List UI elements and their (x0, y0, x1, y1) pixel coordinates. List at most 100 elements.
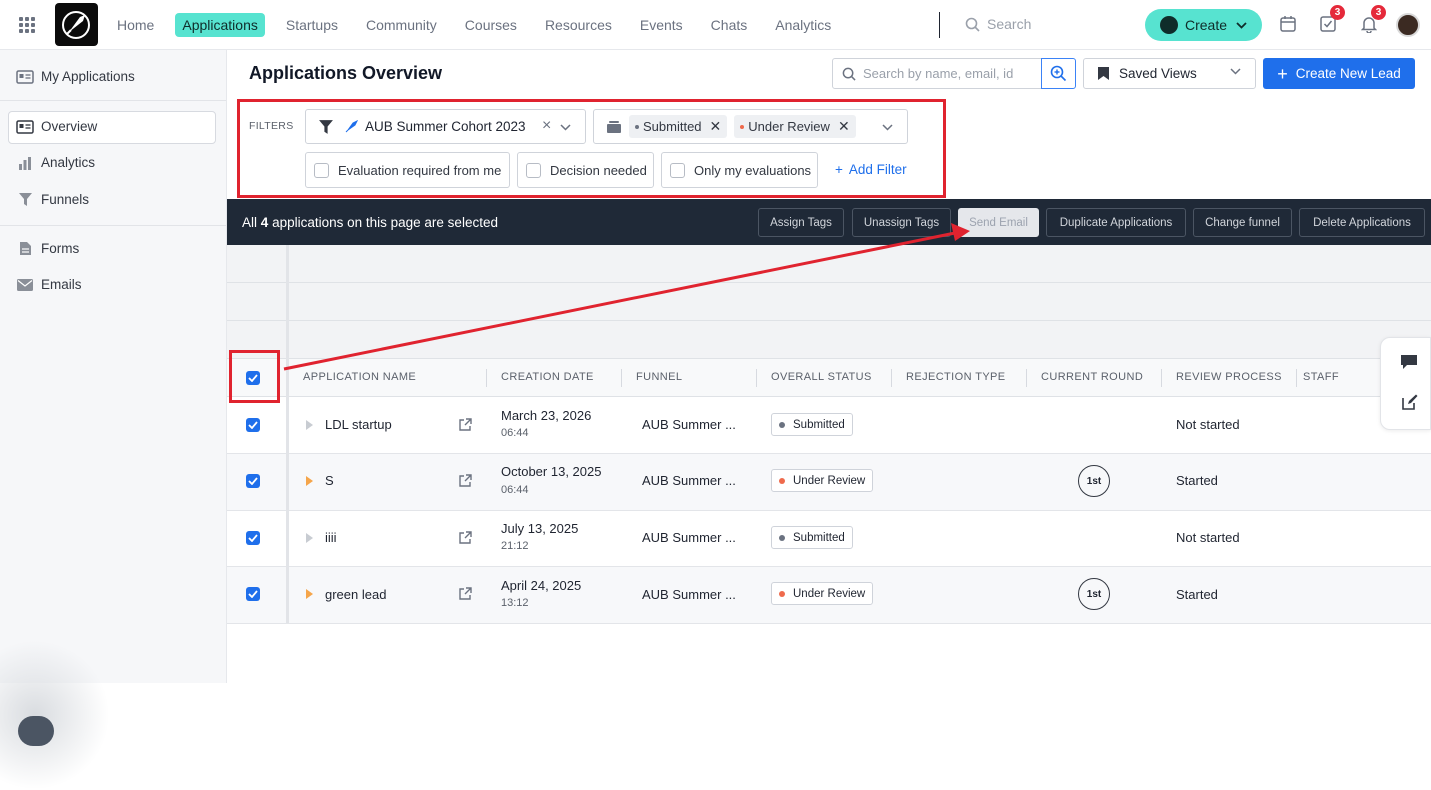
funnel-name: AUB Summer ... (642, 530, 736, 545)
table-row[interactable]: S October 13, 2025 06:44 AUB Summer ... … (227, 454, 1431, 511)
sidebar-item-analytics[interactable]: Analytics (16, 155, 95, 170)
creation-time: 06:44 (501, 427, 529, 439)
column-application-name[interactable]: APPLICATION NAME (303, 371, 416, 383)
search-placeholder: Search by name, email, id (863, 66, 1014, 81)
external-link-icon[interactable] (459, 587, 472, 600)
sidebar-item-my-applications[interactable]: My Applications (16, 69, 135, 84)
search-submit-button[interactable] (1041, 58, 1076, 89)
status-dot (635, 124, 639, 129)
apps-grid-icon[interactable] (19, 17, 35, 33)
bulk-selection-bar: All 4 applications on this page are sele… (227, 199, 1431, 245)
edit-icon[interactable] (1402, 394, 1418, 410)
create-new-lead-button[interactable]: + Create New Lead (1263, 58, 1415, 89)
document-icon (16, 241, 34, 256)
checkbox[interactable] (526, 162, 541, 178)
application-name[interactable]: green lead (325, 587, 386, 602)
application-name[interactable]: LDL startup (325, 417, 392, 432)
search-input[interactable]: Search by name, email, id (832, 58, 1042, 89)
chat-bubble-icon[interactable] (1400, 354, 1418, 370)
saved-views-dropdown[interactable]: Saved Views (1083, 58, 1256, 89)
calendar-icon[interactable] (1280, 15, 1296, 37)
rocket-logo[interactable] (55, 3, 98, 46)
status-chip-under-review: Under Review ✕ (734, 115, 856, 138)
nav-courses[interactable]: Courses (465, 17, 517, 33)
assign-tags-button[interactable]: Assign Tags (758, 208, 844, 237)
global-search[interactable]: Search (965, 16, 1031, 32)
nav-applications[interactable]: Applications (175, 13, 265, 37)
status-filter-select[interactable]: Submitted ✕ Under Review ✕ (593, 109, 908, 144)
column-creation-date[interactable]: CREATION DATE (501, 371, 594, 383)
chevron-down-icon[interactable] (560, 124, 571, 131)
sidebar-item-overview[interactable]: Overview (16, 119, 97, 134)
external-link-icon[interactable] (459, 418, 472, 431)
sidebar-item-label: Analytics (41, 155, 96, 170)
row-checkbox[interactable] (246, 587, 260, 601)
column-funnel[interactable]: FUNNEL (636, 371, 682, 383)
column-rejection-type[interactable]: REJECTION TYPE (906, 371, 1006, 383)
filter-decision-needed[interactable]: Decision needed (517, 152, 654, 188)
external-link-icon[interactable] (459, 531, 472, 544)
cohort-filter-value: AUB Summer Cohort 2023 (365, 119, 526, 134)
remove-chip-icon[interactable]: ✕ (710, 118, 722, 135)
nav-startups[interactable]: Startups (286, 17, 338, 33)
row-checkbox[interactable] (246, 531, 260, 545)
priority-flag-icon (306, 589, 313, 599)
unassign-tags-button[interactable]: Unassign Tags (852, 208, 951, 237)
nav-resources[interactable]: Resources (545, 17, 612, 33)
table-row[interactable]: iiii July 13, 2025 21:12 AUB Summer ... … (227, 510, 1431, 567)
cohort-filter-select[interactable]: AUB Summer Cohort 2023 × (305, 109, 586, 144)
sidebar-item-label: Forms (41, 241, 80, 256)
clear-icon[interactable]: × (542, 117, 551, 135)
bar-chart-icon (16, 156, 34, 170)
bell-icon[interactable]: 3 (1360, 5, 1386, 38)
create-button[interactable]: Create (1145, 9, 1262, 41)
row-checkbox[interactable] (246, 418, 260, 432)
nav-home[interactable]: Home (117, 17, 154, 33)
placeholder-row (227, 321, 1431, 359)
remove-chip-icon[interactable]: ✕ (838, 118, 850, 135)
help-widget-icon[interactable] (18, 716, 54, 746)
delete-applications-button[interactable]: Delete Applications (1299, 208, 1425, 237)
review-process: Not started (1176, 417, 1240, 432)
checkbox[interactable] (314, 162, 329, 178)
add-filter-button[interactable]: + Add Filter (835, 162, 907, 177)
table-row[interactable]: LDL startup March 23, 2026 06:44 AUB Sum… (227, 397, 1431, 454)
nav-analytics[interactable]: Analytics (775, 17, 831, 33)
column-overall-status[interactable]: OVERALL STATUS (771, 371, 872, 383)
user-avatar[interactable] (1396, 13, 1420, 37)
column-current-round[interactable]: CURRENT ROUND (1041, 371, 1143, 383)
nav-chats[interactable]: Chats (711, 17, 748, 33)
nav-events[interactable]: Events (640, 17, 683, 33)
filter-only-my-evaluations[interactable]: Only my evaluations (661, 152, 818, 188)
rocket-icon (345, 119, 358, 132)
tasks-icon[interactable]: 3 (1320, 5, 1345, 37)
top-navigation: Home Applications Startups Community Cou… (0, 0, 1431, 50)
sidebar-item-forms[interactable]: Forms (16, 241, 79, 256)
application-name[interactable]: iiii (325, 530, 337, 545)
add-filter-label: Add Filter (848, 162, 907, 177)
change-funnel-button[interactable]: Change funnel (1193, 208, 1292, 237)
sidebar-item-emails[interactable]: Emails (16, 277, 82, 292)
row-checkbox[interactable] (246, 474, 260, 488)
selection-summary: All 4 applications on this page are sele… (242, 215, 498, 230)
chevron-down-icon[interactable] (882, 124, 893, 131)
status-dot (779, 477, 785, 484)
duplicate-applications-button[interactable]: Duplicate Applications (1046, 208, 1186, 237)
status-badge: Submitted (771, 413, 853, 436)
send-email-button[interactable]: Send Email (958, 208, 1039, 237)
table-row[interactable]: green lead April 24, 2025 13:12 AUB Summ… (227, 567, 1431, 624)
column-review-process[interactable]: REVIEW PROCESS (1176, 371, 1282, 383)
column-divider (621, 369, 622, 387)
creation-date: October 13, 2025 (501, 464, 602, 479)
application-name[interactable]: S (325, 473, 334, 488)
checkbox-label: Only my evaluations (694, 162, 812, 178)
review-process: Not started (1176, 530, 1240, 545)
nav-community[interactable]: Community (366, 17, 437, 33)
checkbox[interactable] (670, 162, 685, 178)
chevron-down-icon (1230, 68, 1241, 75)
external-link-icon[interactable] (459, 474, 472, 487)
funnel-name: AUB Summer ... (642, 587, 736, 602)
sidebar-item-funnels[interactable]: Funnels (16, 192, 89, 207)
column-staff[interactable]: STAFF (1303, 371, 1339, 383)
filter-evaluation-required[interactable]: Evaluation required from me (305, 152, 510, 188)
